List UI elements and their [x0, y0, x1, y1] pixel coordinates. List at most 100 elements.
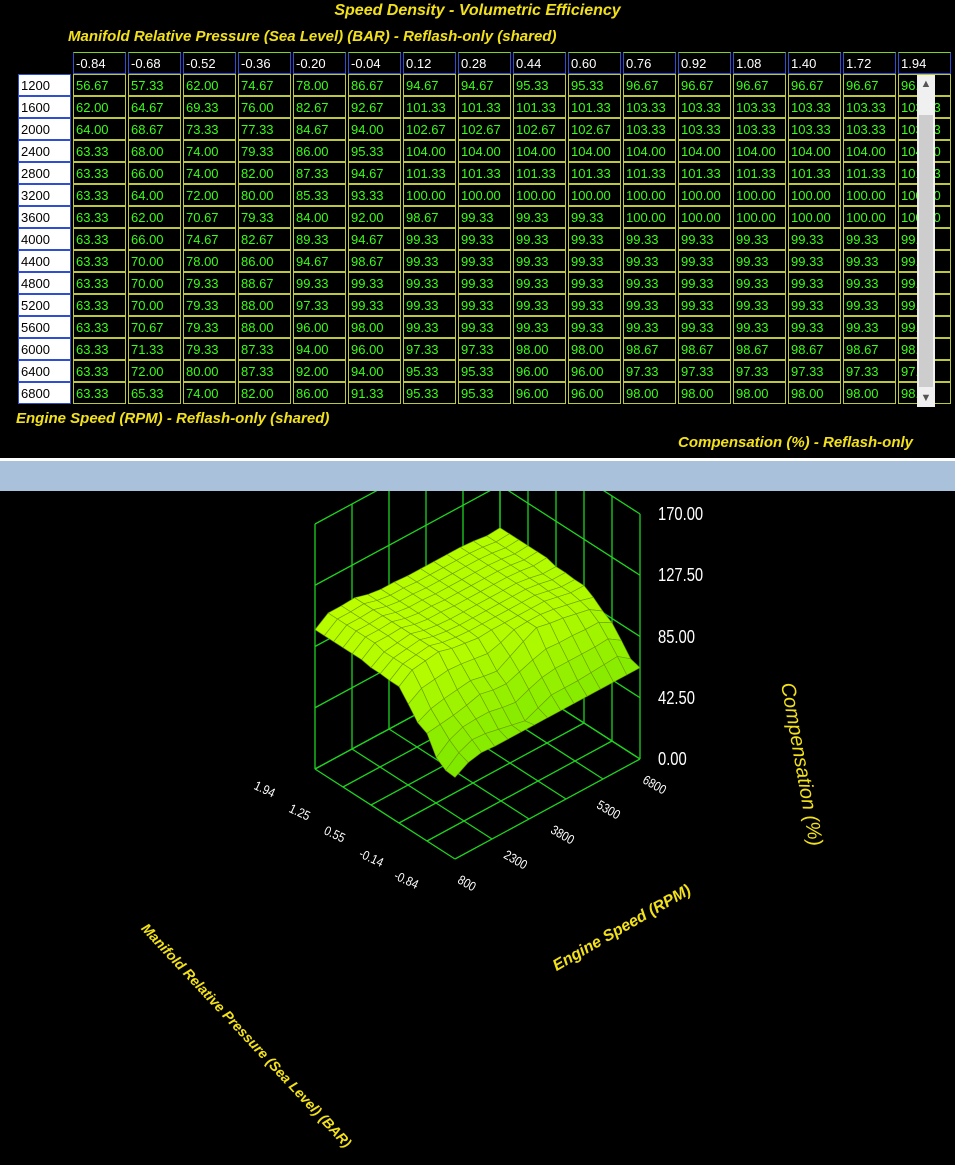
- table-cell[interactable]: 96.67: [733, 74, 786, 96]
- table-cell[interactable]: 98.00: [623, 382, 676, 404]
- table-cell[interactable]: 99.33: [733, 294, 786, 316]
- table-cell[interactable]: 77.33: [238, 118, 291, 140]
- table-cell[interactable]: 64.00: [73, 118, 126, 140]
- table-cell[interactable]: 63.33: [73, 294, 126, 316]
- table-cell[interactable]: 72.00: [183, 184, 236, 206]
- table-cell[interactable]: 97.33: [293, 294, 346, 316]
- table-cell[interactable]: 97.33: [843, 360, 896, 382]
- table-cell[interactable]: 88.67: [238, 272, 291, 294]
- table-cell[interactable]: 101.33: [568, 96, 621, 118]
- table-cell[interactable]: 63.33: [73, 338, 126, 360]
- table-cell[interactable]: 74.00: [183, 162, 236, 184]
- table-cell[interactable]: 82.67: [293, 96, 346, 118]
- row-header-rpm[interactable]: 4800: [18, 272, 71, 294]
- table-cell[interactable]: 72.00: [128, 360, 181, 382]
- table-cell[interactable]: 99.33: [513, 294, 566, 316]
- table-cell[interactable]: 91.33: [348, 382, 401, 404]
- table-cell[interactable]: 101.33: [513, 162, 566, 184]
- table-cell[interactable]: 62.00: [73, 96, 126, 118]
- table-cell[interactable]: 86.00: [238, 250, 291, 272]
- table-cell[interactable]: 63.33: [73, 272, 126, 294]
- table-cell[interactable]: 66.00: [128, 228, 181, 250]
- table-cell[interactable]: 99.33: [788, 228, 841, 250]
- table-cell[interactable]: 102.67: [513, 118, 566, 140]
- table-cell[interactable]: 101.33: [458, 96, 511, 118]
- table-cell[interactable]: 70.00: [128, 294, 181, 316]
- table-cell[interactable]: 99.33: [403, 250, 456, 272]
- table-cell[interactable]: 103.33: [843, 118, 896, 140]
- table-cell[interactable]: 95.33: [458, 382, 511, 404]
- table-cell[interactable]: 99.33: [513, 250, 566, 272]
- table-cell[interactable]: 92.00: [293, 360, 346, 382]
- table-cell[interactable]: 101.33: [788, 162, 841, 184]
- row-header-rpm[interactable]: 2800: [18, 162, 71, 184]
- table-cell[interactable]: 99.33: [678, 294, 731, 316]
- table-cell[interactable]: 79.33: [183, 338, 236, 360]
- table-cell[interactable]: 94.00: [348, 118, 401, 140]
- table-cell[interactable]: 98.00: [843, 382, 896, 404]
- table-cell[interactable]: 79.33: [238, 206, 291, 228]
- table-cell[interactable]: 94.67: [348, 162, 401, 184]
- table-cell[interactable]: 103.33: [843, 96, 896, 118]
- table-cell[interactable]: 100.00: [733, 206, 786, 228]
- scroll-thumb[interactable]: [919, 115, 933, 387]
- table-cell[interactable]: 99.33: [788, 316, 841, 338]
- table-cell[interactable]: 99.33: [568, 206, 621, 228]
- row-header-rpm[interactable]: 2000: [18, 118, 71, 140]
- table-cell[interactable]: 99.33: [733, 272, 786, 294]
- row-header-rpm[interactable]: 5600: [18, 316, 71, 338]
- table-cell[interactable]: 102.67: [568, 118, 621, 140]
- table-cell[interactable]: 98.67: [623, 338, 676, 360]
- table-cell[interactable]: 78.00: [183, 250, 236, 272]
- table-cell[interactable]: 104.00: [568, 140, 621, 162]
- table-cell[interactable]: 103.33: [788, 118, 841, 140]
- table-cell[interactable]: 63.33: [73, 316, 126, 338]
- table-cell[interactable]: 98.67: [788, 338, 841, 360]
- table-cell[interactable]: 100.00: [788, 184, 841, 206]
- table-cell[interactable]: 95.33: [403, 382, 456, 404]
- table-cell[interactable]: 92.00: [348, 206, 401, 228]
- table-cell[interactable]: 99.33: [568, 272, 621, 294]
- table-cell[interactable]: 99.33: [348, 272, 401, 294]
- table-cell[interactable]: 99.33: [623, 294, 676, 316]
- table-cell[interactable]: 98.67: [403, 206, 456, 228]
- table-cell[interactable]: 99.33: [568, 294, 621, 316]
- table-cell[interactable]: 99.33: [403, 228, 456, 250]
- table-cell[interactable]: 98.67: [843, 338, 896, 360]
- table-cell[interactable]: 99.33: [458, 228, 511, 250]
- table-cell[interactable]: 79.33: [238, 140, 291, 162]
- table-cell[interactable]: 79.33: [183, 316, 236, 338]
- table-cell[interactable]: 63.33: [73, 184, 126, 206]
- table-cell[interactable]: 70.00: [128, 250, 181, 272]
- table-cell[interactable]: 99.33: [788, 250, 841, 272]
- table-cell[interactable]: 84.67: [293, 118, 346, 140]
- table-cell[interactable]: 101.33: [843, 162, 896, 184]
- table-cell[interactable]: 84.00: [293, 206, 346, 228]
- table-cell[interactable]: 63.33: [73, 360, 126, 382]
- table-cell[interactable]: 99.33: [843, 294, 896, 316]
- table-cell[interactable]: 99.33: [458, 294, 511, 316]
- table-cell[interactable]: 95.33: [568, 74, 621, 96]
- table-cell[interactable]: 66.00: [128, 162, 181, 184]
- table-cell[interactable]: 98.67: [678, 338, 731, 360]
- table-cell[interactable]: 63.33: [73, 140, 126, 162]
- table-cell[interactable]: 63.33: [73, 228, 126, 250]
- table-cell[interactable]: 99.33: [293, 272, 346, 294]
- table-cell[interactable]: 99.33: [843, 250, 896, 272]
- table-cell[interactable]: 99.33: [843, 272, 896, 294]
- table-cell[interactable]: 96.00: [568, 382, 621, 404]
- table-cell[interactable]: 96.00: [293, 316, 346, 338]
- table-cell[interactable]: 97.33: [788, 360, 841, 382]
- table-cell[interactable]: 74.67: [183, 228, 236, 250]
- table-cell[interactable]: 74.00: [183, 382, 236, 404]
- table-cell[interactable]: 99.33: [678, 272, 731, 294]
- table-cell[interactable]: 98.00: [348, 316, 401, 338]
- table-cell[interactable]: 100.00: [843, 206, 896, 228]
- table-cell[interactable]: 56.67: [73, 74, 126, 96]
- table-cell[interactable]: 100.00: [678, 206, 731, 228]
- table-cell[interactable]: 68.67: [128, 118, 181, 140]
- table-cell[interactable]: 96.67: [623, 74, 676, 96]
- row-header-rpm[interactable]: 6400: [18, 360, 71, 382]
- table-cell[interactable]: 95.33: [348, 140, 401, 162]
- table-cell[interactable]: 97.33: [458, 338, 511, 360]
